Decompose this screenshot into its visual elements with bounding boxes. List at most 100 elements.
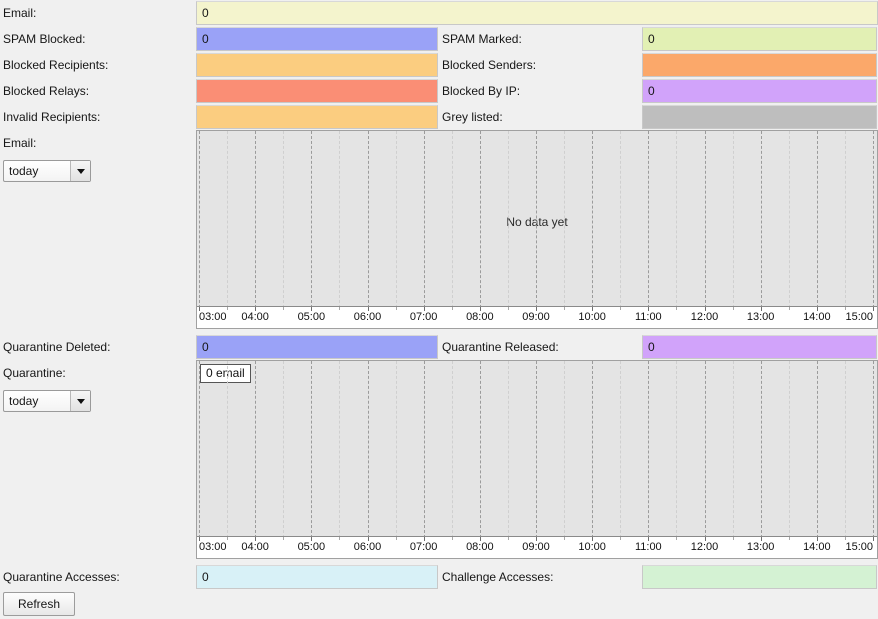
chart-tick-mark-minor [564, 307, 565, 310]
stat-cell-invalid-recipients: Invalid Recipients: [0, 104, 439, 130]
chart-tick-mark [873, 537, 874, 541]
chart-tick-label: 06:00 [354, 311, 382, 323]
stat-label-blocked-relays: Blocked Relays: [0, 84, 196, 98]
stat-bar-spam-blocked: 0 [196, 27, 438, 51]
stat-bar-blocked-relays [196, 79, 438, 103]
chart-tick-label: 04:00 [241, 311, 269, 323]
stat-label-email: Email: [0, 6, 196, 20]
stat-bar-blocked-senders [642, 53, 877, 77]
stat-cell-quarantine-accesses: Quarantine Accesses: 0 [0, 564, 439, 590]
stat-bar-quarantine-deleted: 0 [196, 335, 438, 359]
stat-row-quarantine: Quarantine Deleted: 0 Quarantine Release… [0, 334, 878, 360]
chart-tick-mark-minor [620, 307, 621, 310]
chart-tick-mark-minor [508, 537, 509, 540]
chart-tick-label: 03:00 [199, 311, 227, 323]
chart-gridline-major [817, 131, 818, 308]
chart-tick-label: 04:00 [241, 541, 269, 553]
chart-gridline-major [761, 131, 762, 308]
chart-tick-label: 09:00 [522, 311, 550, 323]
stat-label-blocked-senders: Blocked Senders: [439, 58, 642, 72]
quarantine-period-value: today [4, 394, 70, 408]
stat-cell-blocked-senders: Blocked Senders: [439, 52, 878, 78]
chart-tick-mark-minor [227, 537, 228, 540]
chart-gridline-major [368, 361, 369, 538]
chart-gridline-minor [508, 131, 509, 308]
chart-tick-label: 08:00 [466, 541, 494, 553]
chart-tick-label: 10:00 [578, 541, 606, 553]
stat-cell-blocked-recipients: Blocked Recipients: [0, 52, 439, 78]
chart-gridline-major [705, 361, 706, 538]
email-period-value: today [4, 164, 70, 178]
chart-gridline-minor [676, 131, 677, 308]
stat-row-email-total: Email: 0 [0, 0, 878, 26]
chart-gridline-minor [676, 361, 677, 538]
email-period-select[interactable]: today [3, 160, 91, 182]
chart-tick-label: 13:00 [747, 311, 775, 323]
chart-gridline-major [199, 361, 200, 538]
chart-gridline-minor [396, 131, 397, 308]
email-chart-plot: No data yet [197, 131, 877, 308]
chart-gridline-minor [452, 361, 453, 538]
stat-bar-blocked-recipients [196, 53, 438, 77]
stat-bar-quarantine-accesses: 0 [196, 565, 438, 589]
chart-gridline-minor [339, 131, 340, 308]
chart-tick-label: 06:00 [354, 541, 382, 553]
stat-row-invalid-grey: Invalid Recipients: Grey listed: [0, 104, 878, 130]
chart-gridline-major [368, 131, 369, 308]
chart-gridline-major [873, 361, 874, 538]
stat-label-challenge-accesses: Challenge Accesses: [439, 570, 642, 584]
chart-tick-mark-minor [452, 307, 453, 310]
chart-tick-label: 07:00 [410, 311, 438, 323]
chart-gridline-major [424, 131, 425, 308]
chart-gridline-major [873, 131, 874, 308]
stat-label-blocked-recipients: Blocked Recipients: [0, 58, 196, 72]
chart-gridline-minor [620, 131, 621, 308]
stat-label-quarantine-accesses: Quarantine Accesses: [0, 570, 196, 584]
chart-gridline-major [480, 361, 481, 538]
stat-bar-spam-marked: 0 [642, 27, 877, 51]
stat-row-spam: SPAM Blocked: 0 SPAM Marked: 0 [0, 26, 878, 52]
chevron-down-icon[interactable] [70, 161, 90, 181]
chart-tick-mark-minor [789, 537, 790, 540]
chart-tick-mark-minor [396, 307, 397, 310]
chart-gridline-major [592, 361, 593, 538]
chart-tick-label: 12:00 [691, 541, 719, 553]
stat-label-spam-blocked: SPAM Blocked: [0, 32, 196, 46]
stat-row-relays-ip: Blocked Relays: Blocked By IP: 0 [0, 78, 878, 104]
stat-label-quarantine-deleted: Quarantine Deleted: [0, 340, 196, 354]
quarantine-chart[interactable]: 0 email 03:0004:0005:0006:0007:0008:0009… [196, 360, 878, 559]
chart-gridline-major [255, 131, 256, 308]
stat-row-accesses: Quarantine Accesses: 0 Challenge Accesse… [0, 564, 878, 590]
chart-gridline-major [536, 131, 537, 308]
email-traffic-chart[interactable]: No data yet 03:0004:0005:0006:0007:0008:… [196, 130, 878, 329]
chart-gridline-minor [620, 361, 621, 538]
chevron-down-icon[interactable] [70, 391, 90, 411]
chart-tick-label: 15:00 [845, 541, 873, 553]
chart-gridline-minor [733, 131, 734, 308]
chart-gridline-major [536, 361, 537, 538]
chart-gridline-minor [564, 361, 565, 538]
chart-gridline-minor [283, 131, 284, 308]
refresh-button[interactable]: Refresh [3, 592, 75, 616]
chart-gridline-major [648, 361, 649, 538]
chart-gridline-major [311, 361, 312, 538]
chart-tick-label: 05:00 [298, 541, 326, 553]
stat-cell-challenge-accesses: Challenge Accesses: [439, 564, 878, 590]
chart-gridline-minor [845, 361, 846, 538]
stat-label-quarantine-released: Quarantine Released: [439, 340, 642, 354]
stat-cell-blocked-by-ip: Blocked By IP: 0 [439, 78, 878, 104]
chart-tick-mark-minor [452, 537, 453, 540]
quarantine-period-select[interactable]: today [3, 390, 91, 412]
chart-tick-label: 09:00 [522, 541, 550, 553]
chart-tick-mark-minor [283, 537, 284, 540]
chart-gridline-major [199, 131, 200, 308]
chart-gridline-major [424, 361, 425, 538]
chart-gridline-minor [564, 131, 565, 308]
chart-tick-mark-minor [396, 537, 397, 540]
chart-tick-mark-minor [676, 307, 677, 310]
chart-tick-mark-minor [733, 307, 734, 310]
stat-label-invalid-recipients: Invalid Recipients: [0, 110, 196, 124]
chart-tick-mark-minor [845, 307, 846, 310]
chart-gridline-minor [789, 131, 790, 308]
stat-cell-quarantine-deleted: Quarantine Deleted: 0 [0, 334, 439, 360]
